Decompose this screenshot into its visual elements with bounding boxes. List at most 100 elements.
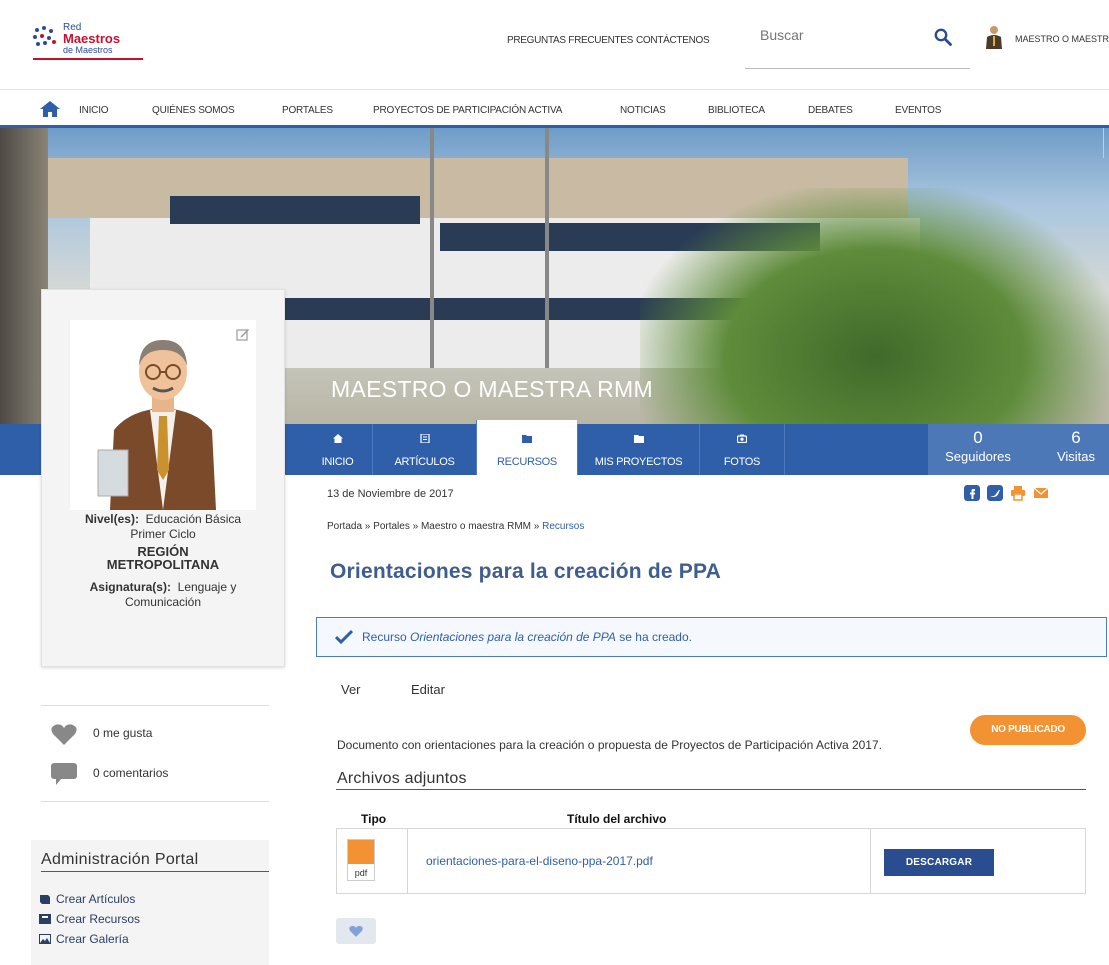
user-name: MAESTRO O MAESTR [1015, 34, 1109, 44]
level-value-2: Primer Ciclo [130, 527, 196, 541]
folder-icon [522, 435, 532, 443]
tab-recursos[interactable]: RECURSOS [476, 420, 577, 475]
nav-item-eventos[interactable]: EVENTOS [895, 105, 941, 116]
create-gallery-label: Crear Galería [56, 932, 129, 946]
nav-item-inicio[interactable]: INICIO [79, 105, 109, 116]
subject-value-2: Comunicación [124, 595, 202, 609]
likes-count: 0 me gusta [93, 726, 153, 740]
logo-text-maestros: Maestros [63, 31, 121, 46]
tab-mis-proyectos[interactable]: MIS PROYECTOS [577, 424, 699, 475]
nav-item-debates[interactable]: DEBATES [808, 105, 853, 116]
tab-fotos[interactable]: FOTOS [699, 424, 785, 475]
comments-count: 0 comentarios [93, 766, 169, 780]
user-avatar-icon [986, 26, 1002, 49]
like-button[interactable] [336, 918, 376, 944]
followers-stat[interactable]: 0 Seguidores [938, 428, 1018, 464]
folder-icon [633, 435, 644, 443]
followers-count: 0 [973, 428, 983, 447]
flag-pole [430, 128, 434, 368]
teacher-avatar-image [70, 320, 256, 510]
twitter-icon[interactable] [987, 485, 1003, 501]
followers-label: Seguidores [945, 449, 1011, 464]
search-input[interactable] [760, 27, 930, 43]
edit-icon[interactable] [236, 327, 250, 341]
table-row: pdf orientaciones-para-el-diseno-ppa-201… [336, 828, 1086, 894]
top-header: Red Maestros de Maestros PREGUNTAS FRECU… [0, 0, 1109, 90]
divider [41, 705, 269, 706]
visits-count: 6 [1071, 428, 1081, 447]
success-alert: Recurso Orientaciones para la creación d… [316, 617, 1107, 657]
download-button[interactable]: DESCARGAR [884, 849, 994, 876]
resource-icon [39, 914, 51, 924]
breadcrumb-portada[interactable]: Portada [327, 521, 362, 532]
file-extension: pdf [354, 868, 368, 878]
faq-link[interactable]: PREGUNTAS FRECUENTES [507, 35, 633, 46]
breadcrumb: Portada » Portales » Maestro o maestra R… [327, 521, 584, 532]
breadcrumb-portal[interactable]: Maestro o maestra RMM [421, 521, 531, 532]
breadcrumb-current: Recursos [542, 521, 585, 532]
alert-prefix: Recurso [362, 630, 411, 644]
subject-label: Asignatura(s): [89, 580, 171, 594]
home-icon[interactable] [40, 101, 60, 117]
pdf-icon-band [348, 840, 374, 864]
tab-inicio[interactable]: INICIO [303, 424, 372, 475]
book-icon [40, 895, 50, 904]
status-badge: NO PUBLICADO [970, 715, 1086, 745]
create-gallery-link[interactable]: Crear Galería [39, 932, 129, 946]
admin-panel: Administración Portal Crear Artículos Cr… [31, 840, 269, 965]
admin-underline [41, 871, 269, 872]
pdf-file-icon: pdf [347, 839, 375, 881]
tab-ver[interactable]: Ver [341, 682, 361, 697]
breadcrumb-separator: » [531, 521, 543, 532]
profile-level: Nivel(es): Educación Básica [42, 512, 284, 526]
file-type-cell: pdf [337, 829, 408, 893]
tab-label: RECURSOS [497, 456, 557, 468]
file-name-link[interactable]: orientaciones-para-el-diseno-ppa-2017.pd… [426, 854, 653, 868]
alert-resource-name: Orientaciones para la creación de PPA [410, 630, 616, 644]
building-windows [170, 196, 420, 224]
site-logo[interactable]: Red Maestros de Maestros [33, 22, 143, 64]
create-resources-link[interactable]: Crear Recursos [39, 912, 140, 926]
image-icon [39, 934, 51, 944]
visits-label: Visitas [1056, 449, 1096, 464]
visits-stat: 6 Visitas [1051, 428, 1101, 464]
profile-subject: Asignatura(s): Lenguaje y [42, 580, 284, 594]
nav-item-biblioteca[interactable]: BIBLIOTECA [708, 105, 765, 116]
portal-title: MAESTRO O MAESTRA RMM [331, 376, 653, 402]
nav-item-noticias[interactable]: NOTICIAS [620, 105, 666, 116]
nav-item-proyectos[interactable]: PROYECTOS DE PARTICIPACIÓN ACTIVA [373, 105, 562, 116]
level-label: Nivel(es): [84, 512, 139, 526]
divider [41, 801, 269, 802]
nav-item-portales[interactable]: PORTALES [282, 105, 333, 116]
region-line-2: METROPOLITANA [106, 557, 220, 572]
contact-link[interactable]: CONTÁCTENOS [636, 35, 710, 46]
print-icon[interactable] [1010, 485, 1026, 501]
page-title: Orientaciones para la creación de PPA [330, 560, 721, 583]
facebook-icon[interactable] [964, 485, 980, 501]
search-icon[interactable] [934, 28, 952, 46]
create-articles-link[interactable]: Crear Artículos [39, 892, 135, 906]
article-icon [419, 434, 430, 443]
cover-edit-handle[interactable] [1103, 128, 1109, 158]
cell-divider [870, 829, 871, 893]
breadcrumb-portales[interactable]: Portales [373, 521, 410, 532]
check-icon [335, 629, 353, 645]
create-articles-label: Crear Artículos [56, 892, 136, 906]
comment-icon [51, 763, 77, 785]
email-icon[interactable] [1033, 485, 1049, 501]
nav-item-quienes-somos[interactable]: QUIÉNES SOMOS [152, 105, 235, 116]
tab-label: MIS PROYECTOS [594, 456, 683, 468]
level-value: Educación Básica [145, 512, 242, 526]
logo-dots-icon [33, 26, 59, 50]
logo-underline [33, 58, 143, 60]
flag-pole [545, 128, 549, 368]
camera-icon [737, 434, 747, 443]
admin-title: Administración Portal [41, 851, 199, 868]
tab-editar[interactable]: Editar [411, 682, 445, 697]
profile-card: Nivel(es): Educación Básica Primer Ciclo… [41, 289, 285, 667]
attachments-underline [336, 789, 1086, 790]
home-icon [332, 434, 343, 443]
breadcrumb-separator: » [409, 521, 421, 532]
column-header-type: Tipo [361, 812, 387, 826]
tab-articulos[interactable]: ARTÍCULOS [372, 424, 476, 475]
